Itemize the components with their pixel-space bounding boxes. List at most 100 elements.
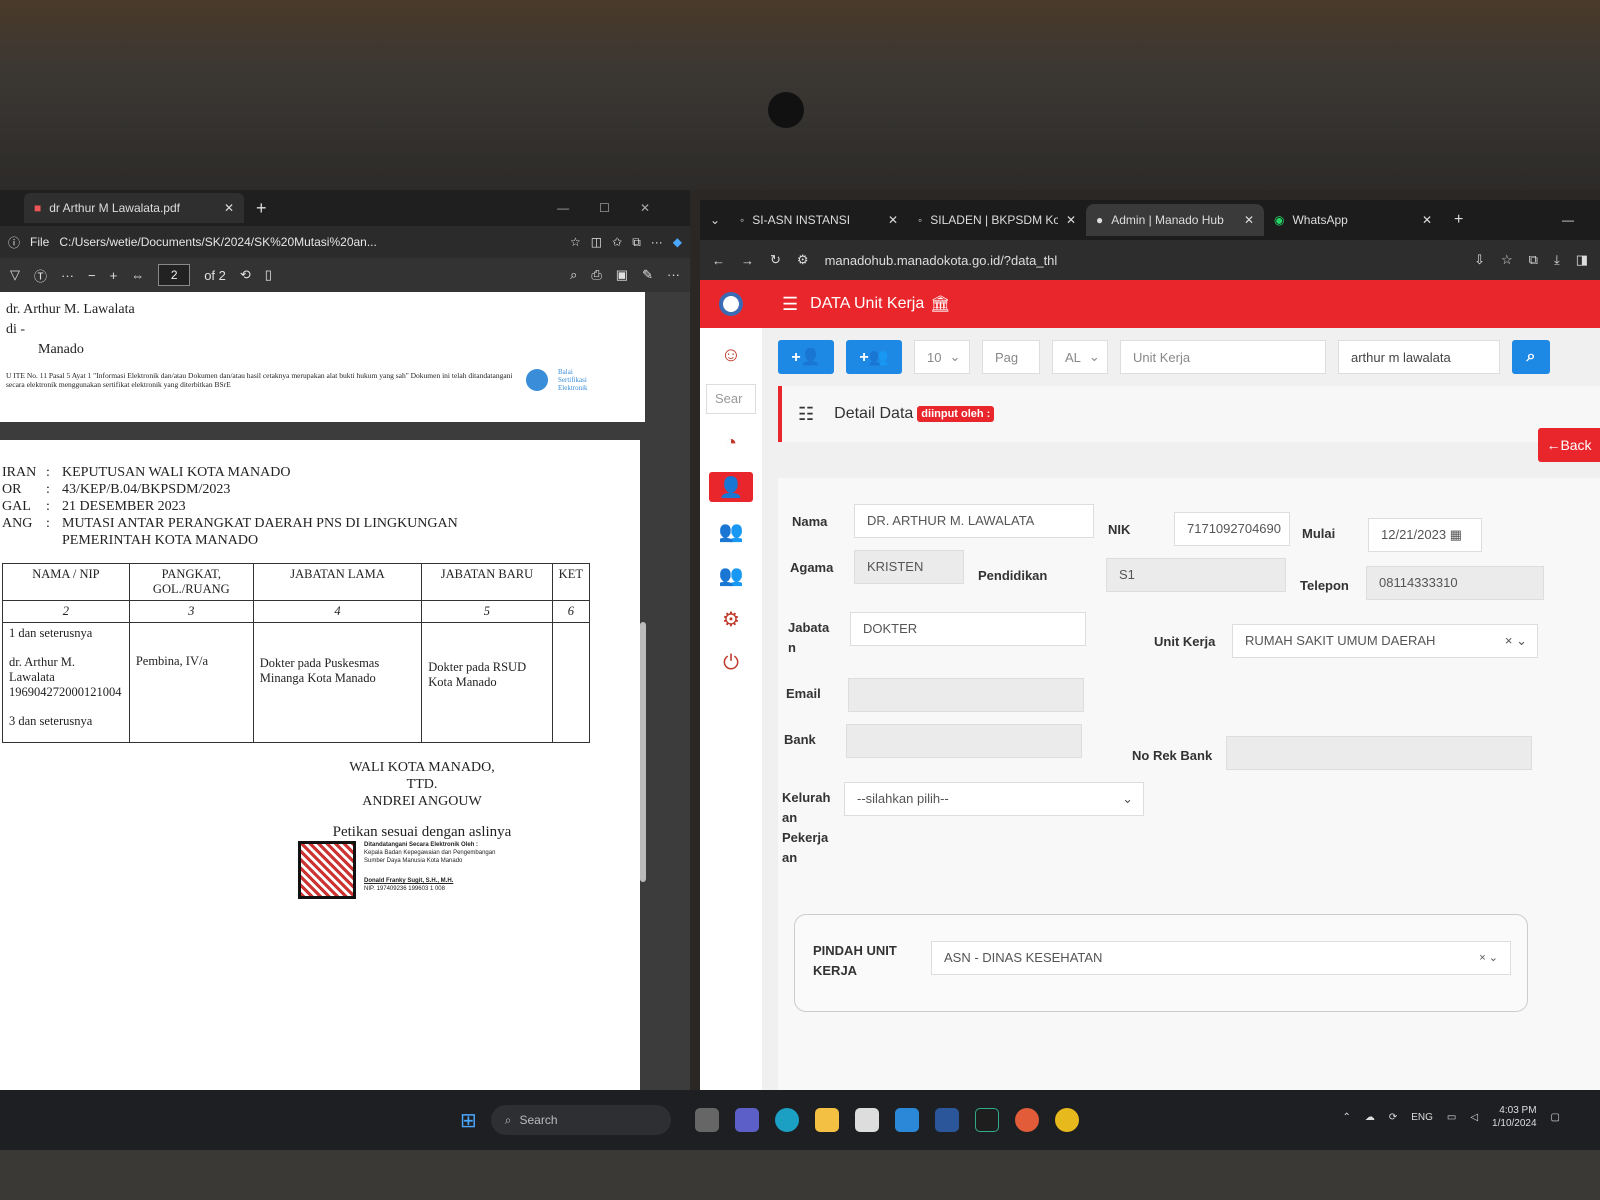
reload-icon[interactable]: ↻: [770, 252, 781, 268]
search-icon[interactable]: ⌕: [570, 267, 577, 283]
pindah-unit-select[interactable]: ASN - DINAS KESEHATAN × ⌄: [931, 941, 1511, 975]
collections-icon[interactable]: ⧉: [632, 235, 641, 250]
filter-icon[interactable]: ▽: [10, 267, 20, 283]
copilot-icon[interactable]: ◆: [673, 235, 682, 249]
close-tab-icon[interactable]: ✕: [1244, 213, 1254, 227]
mail-icon[interactable]: [894, 1108, 919, 1132]
sidepanel-icon[interactable]: ◨: [1576, 252, 1588, 268]
back-button[interactable]: ← Back: [1538, 428, 1600, 462]
clear-chevron-icon[interactable]: × ⌄: [1505, 625, 1527, 657]
bookmark-icon[interactable]: ☆: [1501, 252, 1513, 268]
menu-icon[interactable]: ☰: [782, 294, 798, 315]
nik-field[interactable]: 7171092704690: [1174, 512, 1290, 546]
logout-icon[interactable]: ⏻: [709, 648, 753, 678]
search-input[interactable]: arthur m lawalata: [1338, 340, 1500, 374]
download-icon[interactable]: ⤓: [1554, 252, 1560, 268]
folder-icon[interactable]: [814, 1108, 839, 1132]
edge-icon[interactable]: [774, 1108, 799, 1132]
tab-list-icon[interactable]: ⌄: [700, 213, 730, 227]
bank-field[interactable]: [846, 724, 1082, 758]
group-icon[interactable]: 👥: [709, 560, 753, 590]
chrome-icon[interactable]: [1054, 1108, 1079, 1132]
url-field[interactable]: manadohub.manadokota.go.id/?data_thl: [825, 253, 1459, 268]
taskbar-search[interactable]: ⌕ Search: [490, 1105, 671, 1135]
close-tab-icon[interactable]: ✕: [224, 201, 234, 215]
unit-kerja-select[interactable]: RUMAH SAKIT UMUM DAERAH × ⌄: [1232, 624, 1538, 658]
split-screen-icon[interactable]: ◫: [591, 235, 602, 249]
dashboard-icon[interactable]: ◔: [709, 428, 753, 458]
site-settings-icon[interactable]: ⚙: [797, 252, 809, 268]
users-icon[interactable]: 👥: [709, 516, 753, 546]
store-icon[interactable]: [854, 1108, 879, 1132]
teams-icon[interactable]: [734, 1108, 759, 1132]
volume-icon[interactable]: ◁: [1470, 1112, 1478, 1123]
user-profile-icon[interactable]: 👤: [709, 472, 753, 502]
minimize-icon[interactable]: —: [1562, 213, 1600, 227]
user-avatar-icon[interactable]: ☺: [709, 340, 753, 370]
email-field[interactable]: [848, 678, 1084, 712]
text-icon[interactable]: Ⓣ: [34, 266, 47, 285]
pdf-scrollbar[interactable]: [640, 622, 646, 882]
rotate-icon[interactable]: ⟲: [240, 267, 251, 283]
kelurahan-select[interactable]: --silahkan pilih-- ⌄: [844, 782, 1144, 816]
zoom-in-icon[interactable]: +: [110, 268, 118, 283]
close-tab-icon[interactable]: ✕: [1422, 213, 1432, 227]
tab-siladen[interactable]: ◦ SILADEN | BKPSDM Ko ✕: [908, 204, 1086, 236]
back-icon[interactable]: ←: [712, 253, 725, 268]
page-view-icon[interactable]: ▯: [265, 267, 272, 283]
agama-field[interactable]: KRISTEN: [854, 550, 964, 584]
info-icon[interactable]: ⓘ: [8, 234, 20, 251]
add-user-button[interactable]: +👤: [778, 340, 834, 374]
add-users-button[interactable]: +👥: [846, 340, 902, 374]
tab-admin-manado-hub[interactable]: ● Admin | Manado Hub ✕: [1086, 204, 1264, 236]
telepon-field[interactable]: 08114333310: [1366, 566, 1544, 600]
pdf-tab[interactable]: ■ dr Arthur M Lawalata.pdf ✕: [24, 193, 244, 223]
overflow-icon[interactable]: ···: [667, 267, 680, 283]
install-icon[interactable]: ⇩: [1474, 252, 1485, 268]
chevron-up-icon[interactable]: ⌃: [1342, 1112, 1350, 1123]
sidebar-search-input[interactable]: Sear: [706, 384, 756, 414]
fit-icon[interactable]: ⇔: [131, 268, 144, 283]
mulai-date-field[interactable]: 12/21/2023 ▦: [1368, 518, 1482, 552]
clock[interactable]: 4:03 PM 1/10/2024: [1492, 1104, 1537, 1130]
start-icon[interactable]: ⊞: [460, 1108, 477, 1133]
per-page-select[interactable]: 10 ⌄: [914, 340, 970, 374]
user-settings-icon[interactable]: ⚙: [709, 604, 753, 634]
app-icon[interactable]: [1014, 1108, 1039, 1132]
page-number-input[interactable]: 2: [158, 264, 191, 286]
vscode-icon[interactable]: [974, 1108, 999, 1132]
favorite-icon[interactable]: ☆: [570, 235, 581, 249]
favorites-icon[interactable]: ✩: [612, 235, 622, 249]
save-as-icon[interactable]: ✎: [642, 267, 653, 283]
file-explorer-icon[interactable]: [694, 1108, 719, 1132]
close-window-icon[interactable]: ✕: [640, 201, 650, 215]
notification-icon[interactable]: ▢: [1551, 1112, 1560, 1123]
save-icon[interactable]: ▣: [616, 267, 628, 283]
language-indicator[interactable]: ENG: [1411, 1112, 1433, 1123]
minimize-icon[interactable]: —: [557, 201, 569, 215]
extensions-icon[interactable]: ⧉: [1529, 252, 1538, 268]
page-input[interactable]: Pag: [982, 340, 1040, 374]
clear-chevron-icon[interactable]: × ⌄: [1479, 942, 1498, 974]
more-icon[interactable]: ···: [651, 235, 663, 249]
tab-si-asn[interactable]: ◦ SI-ASN INSTANSI ✕: [730, 204, 908, 236]
print-icon[interactable]: ⎙: [591, 267, 601, 283]
tab-whatsapp[interactable]: ◉ WhatsApp ✕: [1264, 204, 1442, 236]
close-tab-icon[interactable]: ✕: [1066, 213, 1076, 227]
pdf-path[interactable]: C:/Users/wetie/Documents/SK/2024/SK%20Mu…: [59, 235, 560, 249]
zoom-out-icon[interactable]: −: [88, 268, 96, 283]
forward-icon[interactable]: →: [741, 253, 754, 268]
nama-field[interactable]: DR. ARTHUR M. LAWALATA: [854, 504, 1094, 538]
no-rek-field[interactable]: [1226, 736, 1532, 770]
close-tab-icon[interactable]: ✕: [888, 213, 898, 227]
new-tab-icon[interactable]: +: [256, 198, 267, 219]
word-icon[interactable]: [934, 1108, 959, 1132]
search-button[interactable]: ⌕: [1512, 340, 1550, 374]
pdf-document-area[interactable]: dr. Arthur M. Lawalata di - Manado U ITE…: [0, 292, 690, 1090]
more-tools-icon[interactable]: ···: [61, 268, 74, 283]
sync-icon[interactable]: ⟳: [1389, 1112, 1397, 1123]
new-tab-icon[interactable]: +: [1454, 211, 1463, 229]
pendidikan-field[interactable]: S1: [1106, 558, 1286, 592]
unit-kerja-input[interactable]: Unit Kerja: [1120, 340, 1326, 374]
cloud-icon[interactable]: ☁: [1365, 1112, 1375, 1123]
